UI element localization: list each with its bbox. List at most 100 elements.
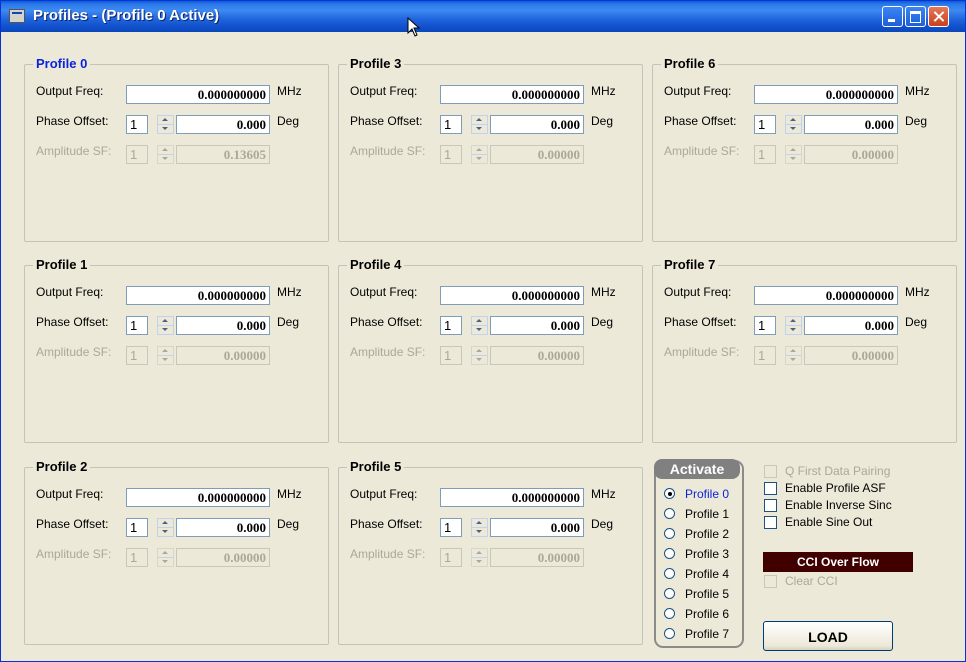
clear-cci-checkbox	[764, 575, 777, 588]
phase-step-spinner[interactable]	[785, 115, 802, 134]
phase-step-field[interactable]: 1	[754, 115, 776, 134]
phase-step-spinner[interactable]	[471, 518, 488, 537]
phase-offset-field[interactable]: 0.000	[804, 316, 898, 335]
phase-offset-field[interactable]: 0.000	[176, 316, 270, 335]
amplitude-sf-label: Amplitude SF:	[350, 547, 426, 561]
spin-up-arrow-icon[interactable]	[472, 116, 487, 125]
spin-up-arrow-icon	[472, 146, 487, 155]
q-first-data-pairing-label: Q First Data Pairing	[785, 464, 891, 478]
profile-0-group: Profile 0 Output Freq: 0.000000000 MHz Phase…	[24, 56, 329, 242]
phase-step-field[interactable]: 1	[754, 316, 776, 335]
amplitude-sf-field: 0.00000	[490, 145, 584, 164]
phase-offset-label: Phase Offset:	[664, 315, 737, 329]
phase-offset-field[interactable]: 0.000	[490, 518, 584, 537]
spin-up-arrow-icon[interactable]	[786, 116, 801, 125]
amplitude-step-spinner	[785, 145, 802, 164]
spin-down-arrow-icon[interactable]	[158, 326, 173, 334]
output-freq-field[interactable]: 0.000000000	[754, 85, 898, 104]
spin-down-arrow-icon[interactable]	[472, 125, 487, 133]
phase-offset-label: Phase Offset:	[36, 114, 109, 128]
amplitude-sf-label: Amplitude SF:	[36, 345, 112, 359]
spin-down-arrow-icon	[786, 155, 801, 163]
spin-up-arrow-icon[interactable]	[158, 317, 173, 326]
phase-step-field[interactable]: 1	[440, 518, 462, 537]
spin-down-arrow-icon[interactable]	[472, 326, 487, 334]
output-freq-label: Output Freq:	[36, 285, 104, 299]
enable-profile-asf-checkbox[interactable]	[764, 482, 777, 495]
spin-down-arrow-icon[interactable]	[786, 326, 801, 334]
output-freq-field[interactable]: 0.000000000	[126, 488, 270, 507]
phase-step-field[interactable]: 1	[440, 115, 462, 134]
minimize-button[interactable]	[882, 6, 903, 27]
output-freq-field[interactable]: 0.000000000	[126, 286, 270, 305]
radio-button-icon[interactable]	[664, 528, 675, 539]
radio-button-icon[interactable]	[664, 588, 675, 599]
amplitude-step-spinner	[471, 346, 488, 365]
amplitude-step-field: 1	[754, 346, 776, 365]
amplitude-step-spinner	[471, 145, 488, 164]
amplitude-step-field: 1	[440, 346, 462, 365]
phase-step-spinner[interactable]	[471, 316, 488, 335]
enable-inverse-sinc-checkbox[interactable]	[764, 499, 777, 512]
spin-up-arrow-icon[interactable]	[158, 116, 173, 125]
amplitude-sf-field: 0.00000	[176, 548, 270, 567]
amplitude-step-field: 1	[126, 145, 148, 164]
output-freq-field[interactable]: 0.000000000	[440, 85, 584, 104]
spin-down-arrow-icon[interactable]	[472, 528, 487, 536]
clear-cci-label: Clear CCI	[785, 574, 838, 588]
spin-down-arrow-icon	[786, 356, 801, 364]
phase-step-field[interactable]: 1	[126, 115, 148, 134]
phase-offset-label: Phase Offset:	[350, 517, 423, 531]
spin-up-arrow-icon[interactable]	[472, 519, 487, 528]
radio-button-icon[interactable]	[664, 548, 675, 559]
phase-step-spinner[interactable]	[471, 115, 488, 134]
phase-step-spinner[interactable]	[785, 316, 802, 335]
amplitude-sf-field: 0.00000	[804, 346, 898, 365]
phase-offset-field[interactable]: 0.000	[176, 518, 270, 537]
output-freq-field[interactable]: 0.000000000	[440, 488, 584, 507]
spin-up-arrow-icon[interactable]	[158, 519, 173, 528]
profile-3-group: Profile 3 Output Freq: 0.000000000 MHz Phase…	[338, 56, 643, 242]
phase-step-field[interactable]: 1	[440, 316, 462, 335]
amplitude-step-spinner	[157, 346, 174, 365]
amplitude-sf-field: 0.00000	[804, 145, 898, 164]
enable-sine-out-checkbox[interactable]	[764, 516, 777, 529]
spin-up-arrow-icon	[158, 549, 173, 558]
phase-step-field[interactable]: 1	[126, 316, 148, 335]
spin-up-arrow-icon[interactable]	[472, 317, 487, 326]
phase-step-spinner[interactable]	[157, 115, 174, 134]
amplitude-sf-field: 0.00000	[490, 548, 584, 567]
maximize-button[interactable]	[905, 6, 926, 27]
spin-down-arrow-icon[interactable]	[158, 528, 173, 536]
output-freq-label: Output Freq:	[350, 487, 418, 501]
close-button[interactable]	[928, 6, 949, 27]
radio-button-icon[interactable]	[664, 608, 675, 619]
deg-unit-label: Deg	[591, 315, 614, 329]
phase-offset-field[interactable]: 0.000	[176, 115, 270, 134]
spin-up-arrow-icon	[472, 549, 487, 558]
radio-button-icon[interactable]	[664, 568, 675, 579]
deg-unit-label: Deg	[905, 315, 928, 329]
phase-offset-field[interactable]: 0.000	[804, 115, 898, 134]
output-freq-field[interactable]: 0.000000000	[440, 286, 584, 305]
title-bar[interactable]: Profiles - (Profile 0 Active)	[1, 1, 965, 37]
output-freq-field[interactable]: 0.000000000	[126, 85, 270, 104]
window-title: Profiles - (Profile 0 Active)	[33, 7, 220, 24]
spin-down-arrow-icon[interactable]	[158, 125, 173, 133]
load-button[interactable]: LOAD	[763, 621, 893, 651]
spin-down-arrow-icon[interactable]	[786, 125, 801, 133]
phase-offset-field[interactable]: 0.000	[490, 115, 584, 134]
radio-label: Profile 2	[685, 527, 730, 541]
output-freq-field[interactable]: 0.000000000	[754, 286, 898, 305]
window-app-icon[interactable]	[9, 9, 25, 23]
output-freq-label: Output Freq:	[350, 285, 418, 299]
phase-step-spinner[interactable]	[157, 518, 174, 537]
radio-button-icon[interactable]	[664, 508, 675, 519]
phase-step-spinner[interactable]	[157, 316, 174, 335]
radio-button-icon[interactable]	[664, 488, 675, 499]
phase-step-field[interactable]: 1	[126, 518, 148, 537]
phase-offset-field[interactable]: 0.000	[490, 316, 584, 335]
spin-up-arrow-icon[interactable]	[786, 317, 801, 326]
mhz-unit-label: MHz	[591, 285, 616, 299]
radio-button-icon[interactable]	[664, 628, 675, 639]
